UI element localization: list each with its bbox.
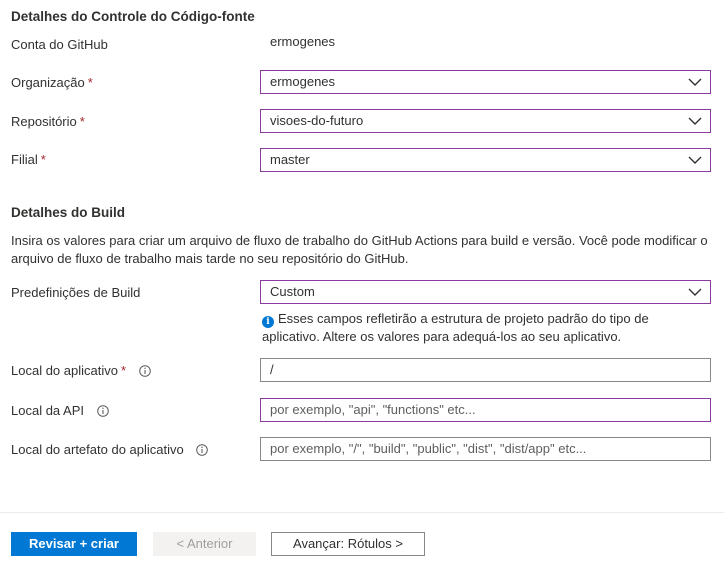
previous-button[interactable]: < Anterior bbox=[153, 532, 256, 556]
branch-label: Filial * bbox=[11, 152, 46, 167]
build-presets-label: Predefinições de Build bbox=[11, 285, 141, 300]
github-account-label: Conta do GitHub bbox=[11, 37, 108, 52]
footer-divider bbox=[0, 512, 724, 513]
next-labels-button[interactable]: Avançar: Rótulos > bbox=[271, 532, 425, 556]
build-presets-dropdown-value: Custom bbox=[270, 284, 315, 299]
repository-label-text: Repositório bbox=[11, 114, 77, 129]
organization-dropdown[interactable]: ermogenes bbox=[260, 70, 711, 94]
artifact-location-label-text: Local do artefato do aplicativo bbox=[11, 442, 184, 457]
branch-dropdown[interactable]: master bbox=[260, 148, 711, 172]
review-create-button[interactable]: Revisar + criar bbox=[11, 532, 137, 556]
app-location-input-value: / bbox=[270, 362, 274, 377]
artifact-location-input[interactable]: por exemplo, "/", "build", "public", "di… bbox=[260, 437, 711, 461]
info-icon[interactable] bbox=[138, 365, 151, 377]
build-presets-hint: i Esses campos refletirão a estrutura de … bbox=[262, 310, 662, 346]
required-marker: * bbox=[79, 114, 85, 129]
app-location-label-text: Local do aplicativo bbox=[11, 363, 118, 378]
organization-label: Organização * bbox=[11, 75, 93, 90]
organization-dropdown-value: ermogenes bbox=[270, 74, 336, 89]
info-icon[interactable] bbox=[96, 405, 109, 417]
build-section-title: Detalhes do Build bbox=[11, 205, 126, 220]
api-location-input[interactable]: por exemplo, "api", "functions" etc... bbox=[260, 398, 711, 422]
app-location-input[interactable]: / bbox=[260, 358, 711, 382]
artifact-location-input-placeholder: por exemplo, "/", "build", "public", "di… bbox=[270, 441, 587, 456]
chevron-down-icon bbox=[688, 288, 702, 296]
chevron-down-icon bbox=[688, 78, 702, 86]
chevron-down-icon bbox=[688, 156, 702, 164]
required-marker: * bbox=[120, 363, 127, 378]
api-location-input-placeholder: por exemplo, "api", "functions" etc... bbox=[270, 402, 476, 417]
build-description: Insira os valores para criar um arquivo … bbox=[11, 233, 708, 266]
repository-label: Repositório * bbox=[11, 114, 85, 129]
chevron-down-icon bbox=[688, 117, 702, 125]
branch-dropdown-value: master bbox=[270, 152, 310, 167]
info-icon[interactable] bbox=[196, 444, 209, 456]
github-account-value: ermogenes bbox=[270, 34, 336, 49]
api-location-label-text: Local da API bbox=[11, 403, 84, 418]
required-marker: * bbox=[40, 152, 46, 167]
source-control-section-title: Detalhes do Controle do Código-fonte bbox=[11, 9, 255, 24]
required-marker: * bbox=[87, 75, 93, 90]
repository-dropdown[interactable]: visoes-do-futuro bbox=[260, 109, 711, 133]
organization-label-text: Organização bbox=[11, 75, 85, 90]
repository-dropdown-value: visoes-do-futuro bbox=[270, 113, 364, 128]
artifact-location-label: Local do artefato do aplicativo bbox=[11, 442, 209, 457]
app-location-label: Local do aplicativo * bbox=[11, 363, 151, 378]
api-location-label: Local da API bbox=[11, 403, 109, 418]
branch-label-text: Filial bbox=[11, 152, 38, 167]
build-presets-hint-text: Esses campos refletirão a estrutura de p… bbox=[262, 311, 649, 344]
build-presets-dropdown[interactable]: Custom bbox=[260, 280, 711, 304]
info-filled-icon: i bbox=[262, 316, 274, 328]
